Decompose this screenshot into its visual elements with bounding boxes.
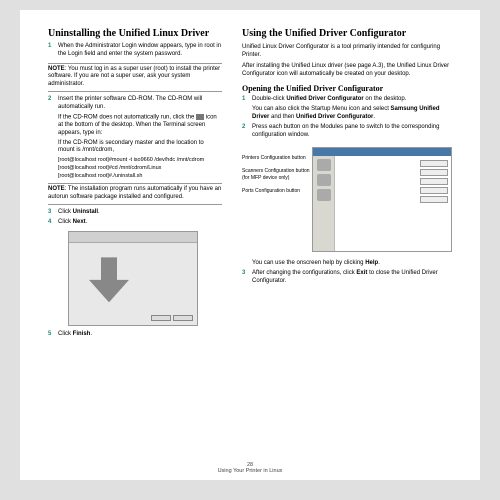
step-text: Press each button on the Modules pane to… [252,124,452,140]
step-2: 2 Press each button on the Modules pane … [242,124,452,140]
footer-title: Using Your Printer in Linux [20,468,480,474]
titlebar [313,148,451,156]
printer-icon [317,159,331,171]
note-label: NOTE [48,66,65,72]
configurator-screenshot [312,147,452,252]
paragraph: After installing the Unified Linux drive… [242,62,452,78]
label-ports: Ports Configuration button [242,188,310,195]
note-text: : You must log in as a super user (root)… [48,66,220,88]
right-column: Using the Unified Driver Configurator Un… [232,28,458,470]
step-1: 1 When the Administrator Login window ap… [48,43,222,59]
page-footer: 28 Using Your Printer in Linux [20,462,480,474]
modules-pane [313,156,335,251]
dialog-button [151,315,171,321]
config-button [420,187,448,194]
dialog-button [173,315,193,321]
indent-text: If the CD-ROM does not automatically run… [58,114,222,138]
step-number: 4 [48,219,58,227]
config-labels: Printers Configuration button Scanners C… [242,143,310,256]
scanner-icon [317,174,331,186]
paragraph: Unified Linux Driver Configurator is a t… [242,43,452,59]
step-4: 4 Click Next. [48,219,222,227]
uninstall-heading: Uninstalling the Unified Linux Driver [48,28,222,39]
step-text: When the Administrator Login window appe… [58,43,222,59]
step-text: Double-click Unified Driver Configurator… [252,96,452,104]
config-button [420,178,448,185]
opening-heading: Opening the Unified Driver Configurator [242,84,452,93]
note-label: NOTE [48,186,65,192]
terminal-icon [196,114,204,120]
config-labels-row: Printers Configuration button Scanners C… [242,143,452,256]
step-text: Insert the printer software CD-ROM. The … [58,96,222,112]
note-box-1: NOTE: You must log in as a super user (r… [48,63,222,92]
step-text: Click Next. [58,219,222,227]
left-column: Uninstalling the Unified Linux Driver 1 … [42,28,232,470]
config-main-pane [335,156,451,251]
step-3: 3 After changing the configurations, cli… [242,270,452,286]
step-number: 1 [242,96,252,104]
step-number: 2 [242,124,252,140]
config-button [420,196,448,203]
dialog-buttons [151,315,193,321]
page: Uninstalling the Unified Linux Driver 1 … [20,10,480,480]
command-line: [root@localhost root]#mount -t iso9660 /… [58,157,222,163]
command-line: [root@localhost root]#cd /mnt/cdrom/Linu… [58,165,222,171]
command-line: [root@localhost root]#./uninstall.sh [58,173,222,179]
step-number: 1 [48,43,58,59]
label-scanners: Scanners Configuration button (for MFP d… [242,168,310,182]
config-button [420,169,448,176]
step-3: 3 Click Uninstall. [48,209,222,217]
uninstall-dialog-screenshot [68,231,198,326]
step-number: 5 [48,331,58,339]
step-number: 2 [48,96,58,112]
step-text: Click Finish. [58,331,222,339]
step-text: After changing the configurations, click… [252,270,452,286]
indent-text: You can also click the Startup Menu icon… [252,106,452,122]
step-number: 3 [242,270,252,286]
label-printers: Printers Configuration button [242,155,310,162]
step-5: 5 Click Finish. [48,331,222,339]
paragraph: You can use the onscreen help by clickin… [252,259,452,267]
step-number: 3 [48,209,58,217]
indent-text: If the CD-ROM is secondary master and th… [58,140,222,156]
note-text: : The installation program runs automati… [48,186,221,200]
note-box-2: NOTE: The installation program runs auto… [48,183,222,205]
ports-icon [317,189,331,201]
config-right-buttons [420,160,448,205]
step-text: Click Uninstall. [58,209,222,217]
configurator-heading: Using the Unified Driver Configurator [242,28,452,39]
config-button [420,160,448,167]
arrow-down-icon [89,257,129,302]
step-1: 1 Double-click Unified Driver Configurat… [242,96,452,104]
step-2: 2 Insert the printer software CD-ROM. Th… [48,96,222,112]
